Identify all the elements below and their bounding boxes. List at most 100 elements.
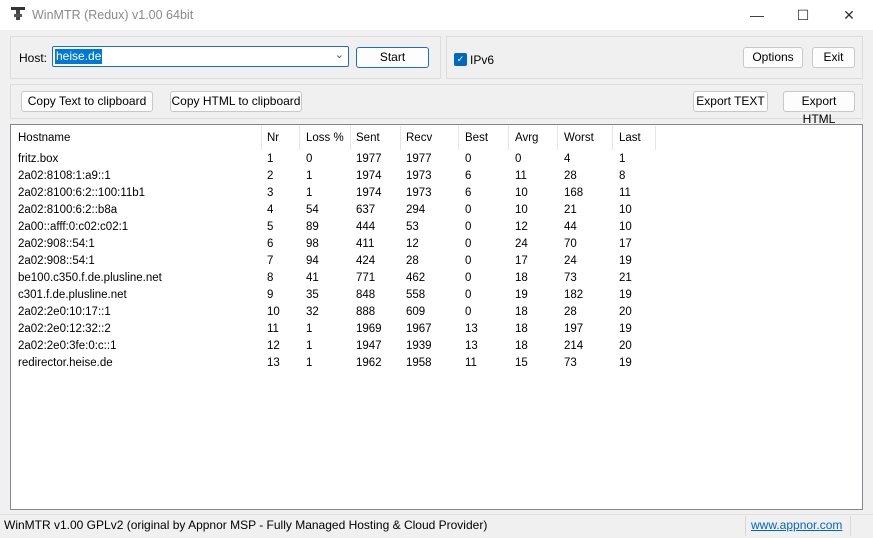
column-divider[interactable]: [261, 126, 262, 150]
cell-recv: 1958: [406, 357, 432, 369]
export-html-button[interactable]: Export HTML: [783, 91, 855, 126]
cell-worst: 197: [564, 323, 584, 335]
column-header-nr[interactable]: Nr: [267, 132, 279, 144]
results-list[interactable]: Hostname Nr Loss % Sent Recv Best Avrg Worst Las…: [10, 124, 863, 510]
cell-best: 0: [465, 204, 472, 216]
column-divider[interactable]: [655, 126, 656, 150]
cell-last: 20: [619, 306, 632, 318]
cell-worst: 28: [564, 170, 577, 182]
cell-avrg: 10: [515, 187, 528, 199]
column-divider[interactable]: [557, 126, 558, 150]
cell-loss: 54: [306, 204, 319, 216]
table-row[interactable]: 2a02:2e0:3fe:0:c::1 12 1 1947 1939 13 18 214 20: [11, 339, 862, 356]
cell-sent: 411: [356, 238, 375, 250]
cell-recv: 53: [406, 221, 419, 233]
cell-avrg: 18: [515, 272, 528, 284]
column-header-hostname[interactable]: Hostname: [18, 132, 70, 144]
cell-hostname: 2a02:8100:6:2::b8a: [18, 204, 118, 216]
cell-last: 19: [619, 323, 632, 335]
table-row[interactable]: 2a02:2e0:12:32::2 11 1 1969 1967 13 18 197 19: [11, 322, 862, 339]
table-row[interactable]: 2a02:8100:6:2::b8a 4 54 637 294 0 10 21 10: [11, 203, 862, 220]
table-row[interactable]: 2a02:908::54:1 7 94 424 28 0 17 24 19: [11, 254, 862, 271]
cell-worst: 168: [564, 187, 584, 199]
ipv6-checkbox[interactable]: ✓: [454, 53, 467, 66]
cell-avrg: 24: [515, 238, 528, 250]
cell-nr: 12: [267, 340, 280, 352]
cell-hostname: 2a02:8100:6:2::100:11b1: [18, 187, 146, 199]
maximize-button[interactable]: ☐: [780, 0, 826, 30]
cell-avrg: 11: [515, 170, 527, 182]
table-row[interactable]: redirector.heise.de 13 1 1962 1958 11 15 73 19: [11, 356, 862, 373]
cell-last: 10: [619, 204, 632, 216]
table-row[interactable]: 2a00::afff:0:c02:c02:1 5 89 444 53 0 12 44 10: [11, 220, 862, 237]
host-input[interactable]: heise.de ⌄: [52, 46, 349, 67]
minimize-button[interactable]: —: [734, 0, 780, 30]
cell-best: 0: [465, 272, 472, 284]
cell-sent: 637: [356, 204, 376, 216]
chevron-down-icon[interactable]: ⌄: [335, 48, 344, 61]
table-row[interactable]: 2a02:8100:6:2::100:11b1 3 1 1974 1973 6 10 168 1…: [11, 186, 862, 203]
cell-loss: 1: [306, 323, 313, 335]
cell-nr: 9: [267, 289, 274, 301]
cell-nr: 5: [267, 221, 274, 233]
cell-nr: 3: [267, 187, 274, 199]
table-row[interactable]: 2a02:908::54:1 6 98 411 12 0 24 70 17: [11, 237, 862, 254]
table-row[interactable]: 2a02:2e0:10:17::1 10 32 888 609 0 18 28 20: [11, 305, 862, 322]
export-text-button[interactable]: Export TEXT: [693, 91, 768, 112]
cell-last: 21: [619, 272, 632, 284]
column-divider[interactable]: [508, 126, 509, 150]
cell-recv: 1973: [406, 187, 432, 199]
cell-avrg: 12: [515, 221, 528, 233]
copy-html-button[interactable]: Copy HTML to clipboard: [170, 91, 302, 112]
column-divider[interactable]: [299, 126, 300, 150]
copy-text-button[interactable]: Copy Text to clipboard: [21, 91, 153, 112]
cell-loss: 1: [306, 187, 313, 199]
table-row[interactable]: be100.c350.f.de.plusline.net 8 41 771 462 0 18…: [11, 271, 862, 288]
column-divider[interactable]: [350, 126, 351, 150]
cell-loss: 32: [306, 306, 319, 318]
column-header-recv[interactable]: Recv: [406, 132, 432, 144]
cell-avrg: 0: [515, 153, 522, 165]
table-row[interactable]: fritz.box 1 0 1977 1977 0 0 4 1: [11, 152, 862, 169]
column-header-last[interactable]: Last: [619, 132, 641, 144]
cell-best: 0: [465, 255, 472, 267]
cell-worst: 214: [564, 340, 584, 352]
cell-best: 13: [465, 340, 478, 352]
cell-sent: 424: [356, 255, 376, 267]
cell-hostname: 2a02:908::54:1: [18, 255, 95, 267]
appnor-link[interactable]: www.appnor.com: [751, 518, 842, 532]
column-header-worst[interactable]: Worst: [564, 132, 594, 144]
column-divider[interactable]: [458, 126, 459, 150]
column-header-best[interactable]: Best: [465, 132, 488, 144]
cell-avrg: 18: [515, 323, 528, 335]
cell-nr: 7: [267, 255, 274, 267]
cell-sent: 848: [356, 289, 376, 301]
cell-worst: 28: [564, 306, 577, 318]
cell-recv: 12: [406, 238, 419, 250]
column-header-avrg[interactable]: Avrg: [515, 132, 538, 144]
cell-loss: 1: [306, 357, 313, 369]
cell-sent: 888: [356, 306, 376, 318]
table-row[interactable]: 2a02:8108:1:a9::1 2 1 1974 1973 6 11 28 8: [11, 169, 862, 186]
cell-sent: 1977: [356, 153, 382, 165]
cell-sent: 1969: [356, 323, 382, 335]
cell-sent: 771: [356, 272, 376, 284]
cell-hostname: 2a02:2e0:12:32::2: [18, 323, 111, 335]
column-divider[interactable]: [400, 126, 401, 150]
cell-avrg: 17: [515, 255, 528, 267]
table-row[interactable]: c301.f.de.plusline.net 9 35 848 558 0 19 182 19: [11, 288, 862, 305]
options-button[interactable]: Options: [743, 47, 803, 68]
column-header-loss[interactable]: Loss %: [306, 132, 344, 144]
cell-best: 6: [465, 187, 472, 199]
cell-sent: 444: [356, 221, 376, 233]
close-button[interactable]: ✕: [826, 0, 872, 30]
window-title: WinMTR (Redux) v1.00 64bit: [32, 8, 194, 22]
ipv6-label: IPv6: [470, 53, 495, 67]
start-button[interactable]: Start: [356, 47, 429, 68]
column-header-sent[interactable]: Sent: [356, 132, 380, 144]
cell-loss: 98: [306, 238, 319, 250]
cell-loss: 1: [306, 170, 313, 182]
column-divider[interactable]: [612, 126, 613, 150]
exit-button[interactable]: Exit: [812, 47, 855, 68]
cell-loss: 35: [306, 289, 319, 301]
